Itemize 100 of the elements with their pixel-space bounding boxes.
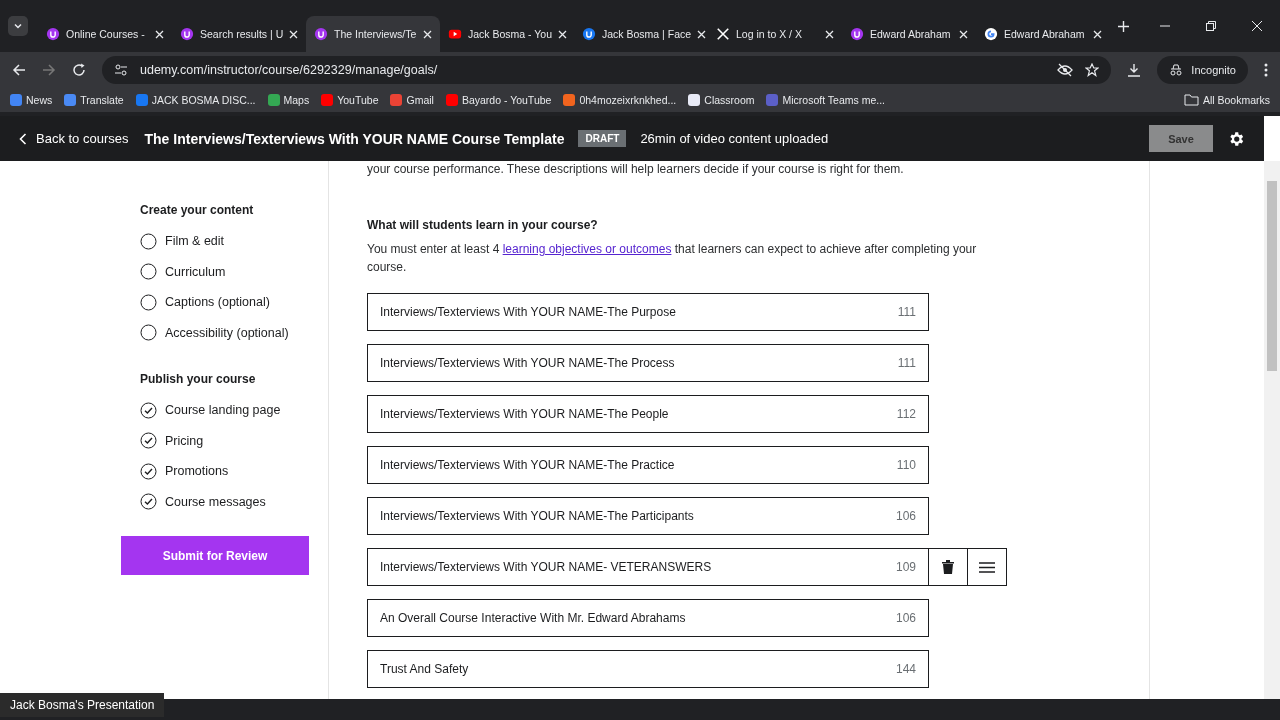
sidebar-item[interactable]: Course landing page bbox=[140, 395, 328, 426]
learning-objectives-link[interactable]: learning objectives or outcomes bbox=[502, 242, 672, 256]
reload-icon[interactable] bbox=[72, 63, 86, 77]
chevron-left-icon bbox=[19, 132, 27, 145]
objective-field[interactable]: Interviews/Texterviews With YOUR NAME-The Practice 110 bbox=[367, 446, 929, 484]
site-icon bbox=[582, 27, 596, 41]
character-count: 110 bbox=[896, 458, 916, 472]
incognito-button[interactable]: Incognito bbox=[1157, 56, 1248, 84]
drag-handle[interactable] bbox=[968, 548, 1007, 586]
objective-field[interactable]: An Overall Course Interactive With Mr. Edward Abrahams 106 bbox=[367, 599, 929, 637]
character-count: 106 bbox=[895, 509, 916, 523]
objective-field[interactable]: Interviews/Texterviews With YOUR NAME-The People 112 bbox=[367, 395, 929, 433]
close-tab-icon[interactable] bbox=[289, 29, 299, 39]
section-heading: Publish your course bbox=[140, 372, 257, 386]
bookmark-link[interactable]: Maps bbox=[267, 94, 310, 106]
address-bar[interactable]: udemy.com/instructor/course/6292329/manage/goals/ bbox=[102, 56, 1112, 84]
site-icon bbox=[46, 27, 60, 41]
eye-slash-icon[interactable] bbox=[1057, 63, 1074, 77]
close-tab-icon[interactable] bbox=[1093, 29, 1102, 39]
objective-field[interactable]: Interviews/Texterviews With YOUR NAME-The Participants 106 bbox=[367, 497, 929, 535]
sidebar-item[interactable]: Course messages bbox=[140, 486, 328, 517]
google-icon bbox=[984, 27, 998, 41]
character-count: 144 bbox=[895, 662, 916, 676]
browser-tab[interactable]: Search results | U bbox=[172, 16, 306, 52]
folder-icon bbox=[1183, 94, 1199, 106]
bookmark-icon bbox=[10, 94, 22, 106]
presenter-label: Jack Bosma's Presentation bbox=[0, 693, 165, 717]
sidebar-item[interactable]: Pricing bbox=[140, 425, 328, 456]
site-settings-icon[interactable] bbox=[114, 63, 128, 77]
bookmark-icon bbox=[321, 94, 334, 106]
restore-icon[interactable] bbox=[1206, 21, 1216, 31]
bookmark-link[interactable]: Translate bbox=[64, 94, 124, 106]
bookmark-icon bbox=[445, 94, 458, 106]
site-icon bbox=[314, 27, 328, 41]
bookmark-icon bbox=[766, 94, 779, 106]
browser-tab[interactable]: Jack Bosma | Face bbox=[574, 16, 708, 52]
close-tab-icon[interactable] bbox=[697, 29, 707, 39]
new-tab-icon[interactable] bbox=[1118, 20, 1129, 32]
incognito-icon bbox=[1169, 64, 1184, 76]
delete-button[interactable] bbox=[929, 548, 968, 586]
bookmark-icon bbox=[688, 94, 701, 106]
browser-tab[interactable]: Online Courses - bbox=[38, 16, 172, 52]
character-count: 106 bbox=[895, 611, 916, 625]
site-icon bbox=[180, 27, 194, 41]
objective-field[interactable]: Interviews/Texterviews With YOUR NAME-The Process 111 bbox=[367, 344, 929, 382]
close-tab-icon[interactable] bbox=[423, 29, 432, 39]
draft-badge: DRAFT bbox=[578, 130, 627, 147]
close-icon[interactable] bbox=[1252, 21, 1262, 31]
star-icon[interactable] bbox=[1085, 63, 1100, 77]
submit-for-review-button[interactable]: Submit for Review bbox=[121, 536, 309, 575]
browser-tab[interactable]: Edward Abraham bbox=[842, 16, 976, 52]
bookmark-icon bbox=[390, 94, 403, 106]
browser-tab[interactable]: Jack Bosma - You bbox=[440, 16, 574, 52]
character-count: 112 bbox=[896, 407, 916, 421]
hint-text: You must enter at least 4 learning objectives or outcomes that learners can expect to achieve after completing your course. bbox=[367, 241, 978, 276]
bookmark-icon bbox=[563, 94, 576, 106]
sidebar-item[interactable]: Promotions bbox=[140, 456, 328, 487]
bookmark-icon bbox=[135, 94, 148, 106]
character-count: 109 bbox=[895, 560, 916, 574]
bookmark-link[interactable]: News bbox=[10, 94, 53, 106]
bookmark-label: Gmail bbox=[406, 94, 434, 106]
close-tab-icon[interactable] bbox=[155, 29, 164, 39]
all-bookmarks-button[interactable]: All Bookmarks bbox=[1183, 94, 1270, 106]
sidebar-item[interactable]: Curriculum bbox=[140, 256, 328, 287]
bookmark-label: Translate bbox=[80, 94, 124, 106]
caret-icon bbox=[13, 21, 23, 31]
bookmark-label: Classroom bbox=[704, 94, 755, 106]
close-tab-icon[interactable] bbox=[825, 29, 834, 39]
bookmark-link[interactable]: Gmail bbox=[390, 94, 434, 106]
course-title: The Interviews/Texterviews With YOUR NAME Course Template bbox=[144, 130, 565, 147]
bookmark-label: YouTube bbox=[337, 94, 379, 106]
more-menu-icon[interactable] bbox=[1264, 63, 1268, 77]
close-tab-icon[interactable] bbox=[558, 29, 568, 39]
character-count: 111 bbox=[897, 305, 916, 319]
sidebar-item[interactable]: Accessibility (optional) bbox=[140, 317, 328, 348]
objective-field[interactable]: Interviews/Texterviews With YOUR NAME- VETERANSWERS 109 bbox=[367, 548, 929, 586]
browser-tab[interactable]: Log in to X / X bbox=[708, 16, 842, 52]
intro-text: your course performance. These descriptions will help learners decide if your course is right for them. bbox=[367, 162, 905, 176]
character-count: 111 bbox=[897, 356, 916, 370]
bookmark-link[interactable]: Classroom bbox=[688, 94, 755, 106]
objective-field[interactable]: Trust And Safety 144 bbox=[367, 650, 929, 688]
play-icon bbox=[448, 27, 462, 41]
back-to-courses-link[interactable]: Back to courses bbox=[19, 131, 129, 146]
close-tab-icon[interactable] bbox=[959, 29, 968, 39]
upload-status: 26min of video content uploaded bbox=[640, 131, 829, 146]
browser-tab[interactable]: Edward Abraham bbox=[976, 16, 1110, 52]
sidebar-item[interactable]: Captions (optional) bbox=[140, 287, 328, 318]
x-logo-icon bbox=[716, 27, 730, 41]
bookmark-icon bbox=[267, 94, 280, 106]
sidebar-item[interactable]: Film & edit bbox=[140, 226, 328, 257]
site-icon bbox=[850, 27, 864, 41]
tab-search-button[interactable] bbox=[8, 16, 28, 36]
download-icon[interactable] bbox=[1127, 63, 1142, 77]
forward-arrow-icon[interactable] bbox=[42, 63, 56, 77]
browser-tab[interactable]: The Interviews/Te bbox=[306, 16, 440, 52]
objective-field[interactable]: Interviews/Texterviews With YOUR NAME-The Purpose 111 bbox=[367, 293, 929, 331]
bookmark-link[interactable]: YouTube bbox=[321, 94, 379, 106]
scrollbar-thumb[interactable] bbox=[1267, 181, 1277, 371]
menu-icon bbox=[979, 561, 995, 573]
back-arrow-icon[interactable] bbox=[12, 63, 26, 77]
